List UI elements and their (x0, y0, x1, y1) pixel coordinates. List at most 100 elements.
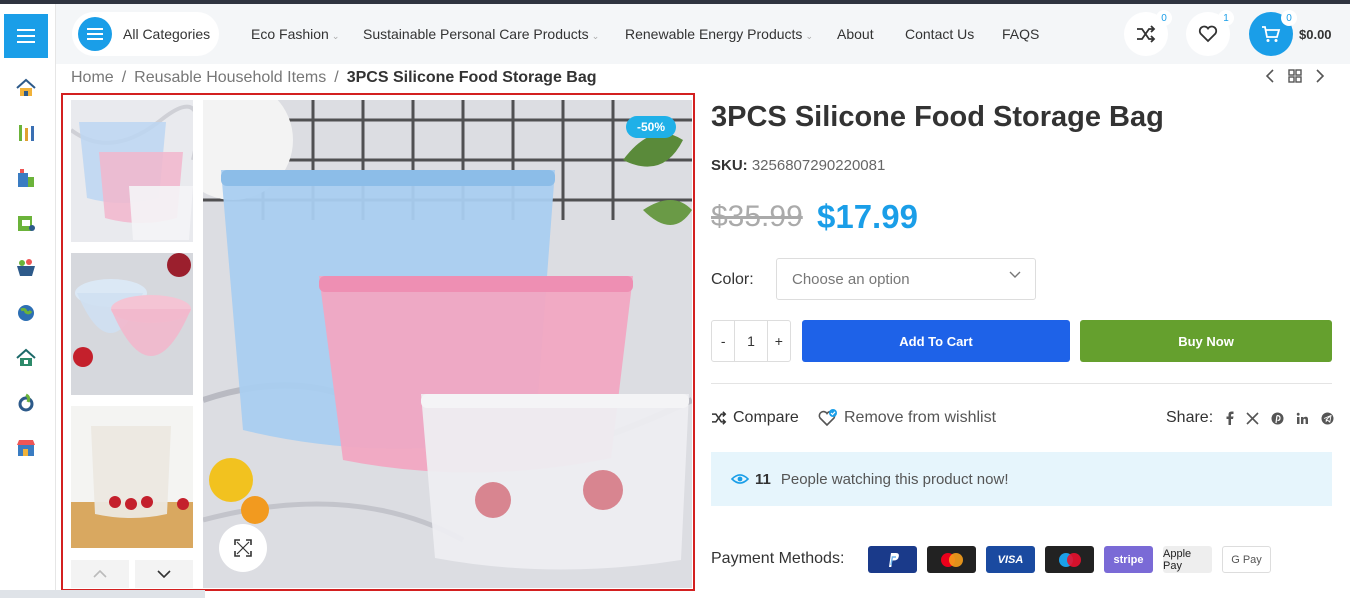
nav-personal-care[interactable]: Sustainable Personal Care Products ⌄ (363, 26, 599, 42)
cart-button[interactable]: 0 (1249, 10, 1297, 56)
breadcrumb: Home / Reusable Household Items / 3PCS Silic… (71, 69, 597, 87)
quantity-input[interactable]: 1 (735, 321, 766, 361)
watch-count: 11 (755, 470, 771, 488)
heart-check-icon (818, 409, 837, 427)
thumbnails-down-button[interactable] (135, 560, 193, 588)
compare-label: Compare (733, 409, 799, 426)
thumbnail-3[interactable] (71, 406, 193, 548)
hamburger-icon (78, 17, 112, 51)
globe-icon[interactable] (14, 301, 38, 325)
google-pay-icon: G Pay (1222, 546, 1271, 573)
main-product-image[interactable] (203, 100, 692, 588)
nav-label: Contact Us (905, 26, 975, 42)
nav-about[interactable]: About (837, 26, 874, 42)
x-twitter-icon[interactable] (1246, 411, 1259, 425)
shopping-basket-icon[interactable] (14, 256, 38, 280)
apple-pay-label: Apple Pay (1163, 547, 1192, 572)
visa-icon: VISA (986, 546, 1035, 573)
wishlist-count: 1 (1218, 10, 1234, 26)
original-price: $35.99 (711, 200, 803, 233)
telegram-icon[interactable] (1321, 412, 1334, 425)
linkedin-icon[interactable] (1296, 412, 1309, 425)
status-url-bar (0, 590, 205, 598)
expand-icon (234, 539, 252, 557)
next-product-icon[interactable] (1315, 69, 1325, 86)
site-header: All Categories Eco Fashion ⌄ Sustainable … (56, 4, 1350, 64)
thumbnail-1[interactable] (71, 100, 193, 242)
color-select-value: Choose an option (792, 270, 910, 288)
nav-faqs[interactable]: FAQS (1002, 26, 1039, 42)
chevron-down-icon (157, 570, 171, 578)
kitchen-tools-icon[interactable] (14, 121, 38, 145)
breadcrumb-separator: / (334, 69, 339, 86)
zoom-button[interactable] (219, 524, 267, 572)
home-icon[interactable] (14, 76, 38, 100)
add-to-cart-button[interactable]: Add To Cart (802, 320, 1070, 362)
product-sku: SKU: 3256807290220081 (711, 157, 885, 174)
all-categories-label: All Categories (123, 26, 211, 42)
nav-label: Eco Fashion (251, 26, 329, 42)
all-categories-button[interactable]: All Categories (72, 12, 219, 56)
compare-link[interactable]: Compare (711, 409, 799, 427)
breadcrumb-home[interactable]: Home (71, 69, 114, 86)
quantity-stepper: - 1 + (711, 320, 791, 362)
sku-value: 3256807290220081 (751, 157, 886, 174)
wishlist-button[interactable]: 1 (1186, 10, 1234, 56)
google-pay-label: G Pay (1231, 553, 1262, 566)
chevron-up-icon (93, 570, 107, 578)
nav-renewable-energy[interactable]: Renewable Energy Products ⌄ (625, 26, 813, 42)
quantity-decrease-button[interactable]: - (712, 321, 736, 361)
menu-button[interactable] (4, 14, 48, 58)
chevron-down-icon (1009, 271, 1021, 278)
chevron-down-icon: ⌄ (591, 31, 600, 41)
stripe-icon: stripe (1104, 546, 1153, 573)
building-icon[interactable] (14, 166, 38, 190)
store-icon[interactable] (14, 436, 38, 460)
breadcrumb-category[interactable]: Reusable Household Items (134, 69, 326, 86)
thumbnail-2[interactable] (71, 253, 193, 395)
sku-label: SKU: (711, 157, 748, 174)
cart-total[interactable]: $0.00 (1299, 27, 1332, 42)
nav-label: Renewable Energy Products (625, 26, 803, 42)
nav-label: FAQS (1002, 26, 1040, 42)
eye-icon (731, 474, 749, 484)
breadcrumb-separator: / (121, 69, 127, 86)
share-label: Share: (1166, 409, 1214, 426)
color-select[interactable]: Choose an option (776, 258, 1036, 300)
watch-text: People watching this product now! (780, 470, 1009, 488)
nav-label: Sustainable Personal Care Products (363, 26, 589, 42)
shuffle-icon (1137, 25, 1156, 43)
cart-icon (1262, 26, 1281, 42)
nav-eco-fashion[interactable]: Eco Fashion ⌄ (251, 26, 339, 42)
color-label: Color: (711, 271, 754, 288)
apple-pay-icon: Apple Pay (1163, 546, 1212, 573)
share-section: Share: (1166, 409, 1334, 427)
product-title: 3PCS Silicone Food Storage Bag (711, 101, 1164, 133)
prev-product-icon[interactable] (1265, 69, 1275, 86)
category-sidebar (0, 4, 56, 598)
wishlist-label: Remove from wishlist (844, 409, 997, 426)
facebook-icon[interactable] (1225, 411, 1234, 425)
compare-button[interactable]: 0 (1124, 10, 1172, 56)
compare-count: 0 (1156, 10, 1172, 26)
house-icon[interactable] (14, 346, 38, 370)
remove-wishlist-link[interactable]: Remove from wishlist (818, 409, 996, 427)
chevron-down-icon: ⌄ (331, 31, 340, 41)
cart-count: 0 (1281, 10, 1297, 26)
plant-gear-icon[interactable] (14, 391, 38, 415)
color-label-text: Color (711, 271, 750, 288)
shuffle-icon (712, 411, 727, 425)
shop-tag-icon[interactable] (14, 211, 38, 235)
mastercard-icon (927, 546, 976, 573)
sale-badge: -50% (626, 116, 676, 138)
maestro-icon (1045, 546, 1094, 573)
nav-contact[interactable]: Contact Us (905, 26, 974, 42)
buy-now-button[interactable]: Buy Now (1080, 320, 1332, 362)
nav-label: About (837, 26, 874, 42)
divider (711, 383, 1332, 384)
pinterest-icon[interactable] (1271, 412, 1284, 425)
grid-back-icon[interactable] (1288, 69, 1302, 86)
thumbnails-up-button[interactable] (71, 560, 129, 588)
watching-notice: 11 People watching this product now! (711, 452, 1332, 506)
quantity-increase-button[interactable]: + (766, 321, 790, 361)
